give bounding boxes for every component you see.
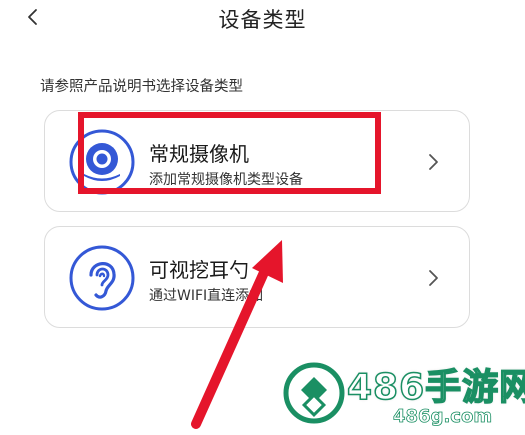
watermark: 486手游网 486g.com — [283, 356, 525, 434]
device-name: 常规摄像机 — [149, 142, 249, 166]
chevron-right-icon — [429, 154, 438, 170]
watermark-logo-icon — [283, 362, 345, 424]
device-description: 通过WIFI直连添加 — [149, 288, 264, 304]
ear-icon — [69, 245, 135, 311]
watermark-brand: 486手游网 — [346, 366, 525, 409]
device-option-regular-camera[interactable]: 常规摄像机 添加常规摄像机类型设备 — [44, 110, 470, 212]
watermark-url: 486g.com — [393, 406, 493, 428]
annotation-arrow-icon — [191, 240, 283, 429]
device-type-page: 设备类型 请参照产品说明书选择设备类型 常规摄像机 添加常规摄像机类型设备 可视… — [0, 0, 525, 435]
chevron-right-icon — [429, 270, 438, 286]
page-title: 设备类型 — [218, 8, 307, 32]
device-name: 可视挖耳勺 — [149, 258, 249, 282]
device-option-visual-ear-pick[interactable]: 可视挖耳勺 通过WIFI直连添加 — [44, 226, 470, 328]
instruction-text: 请参照产品说明书选择设备类型 — [40, 79, 243, 95]
device-description: 添加常规摄像机类型设备 — [149, 172, 303, 188]
camera-icon — [69, 129, 135, 195]
